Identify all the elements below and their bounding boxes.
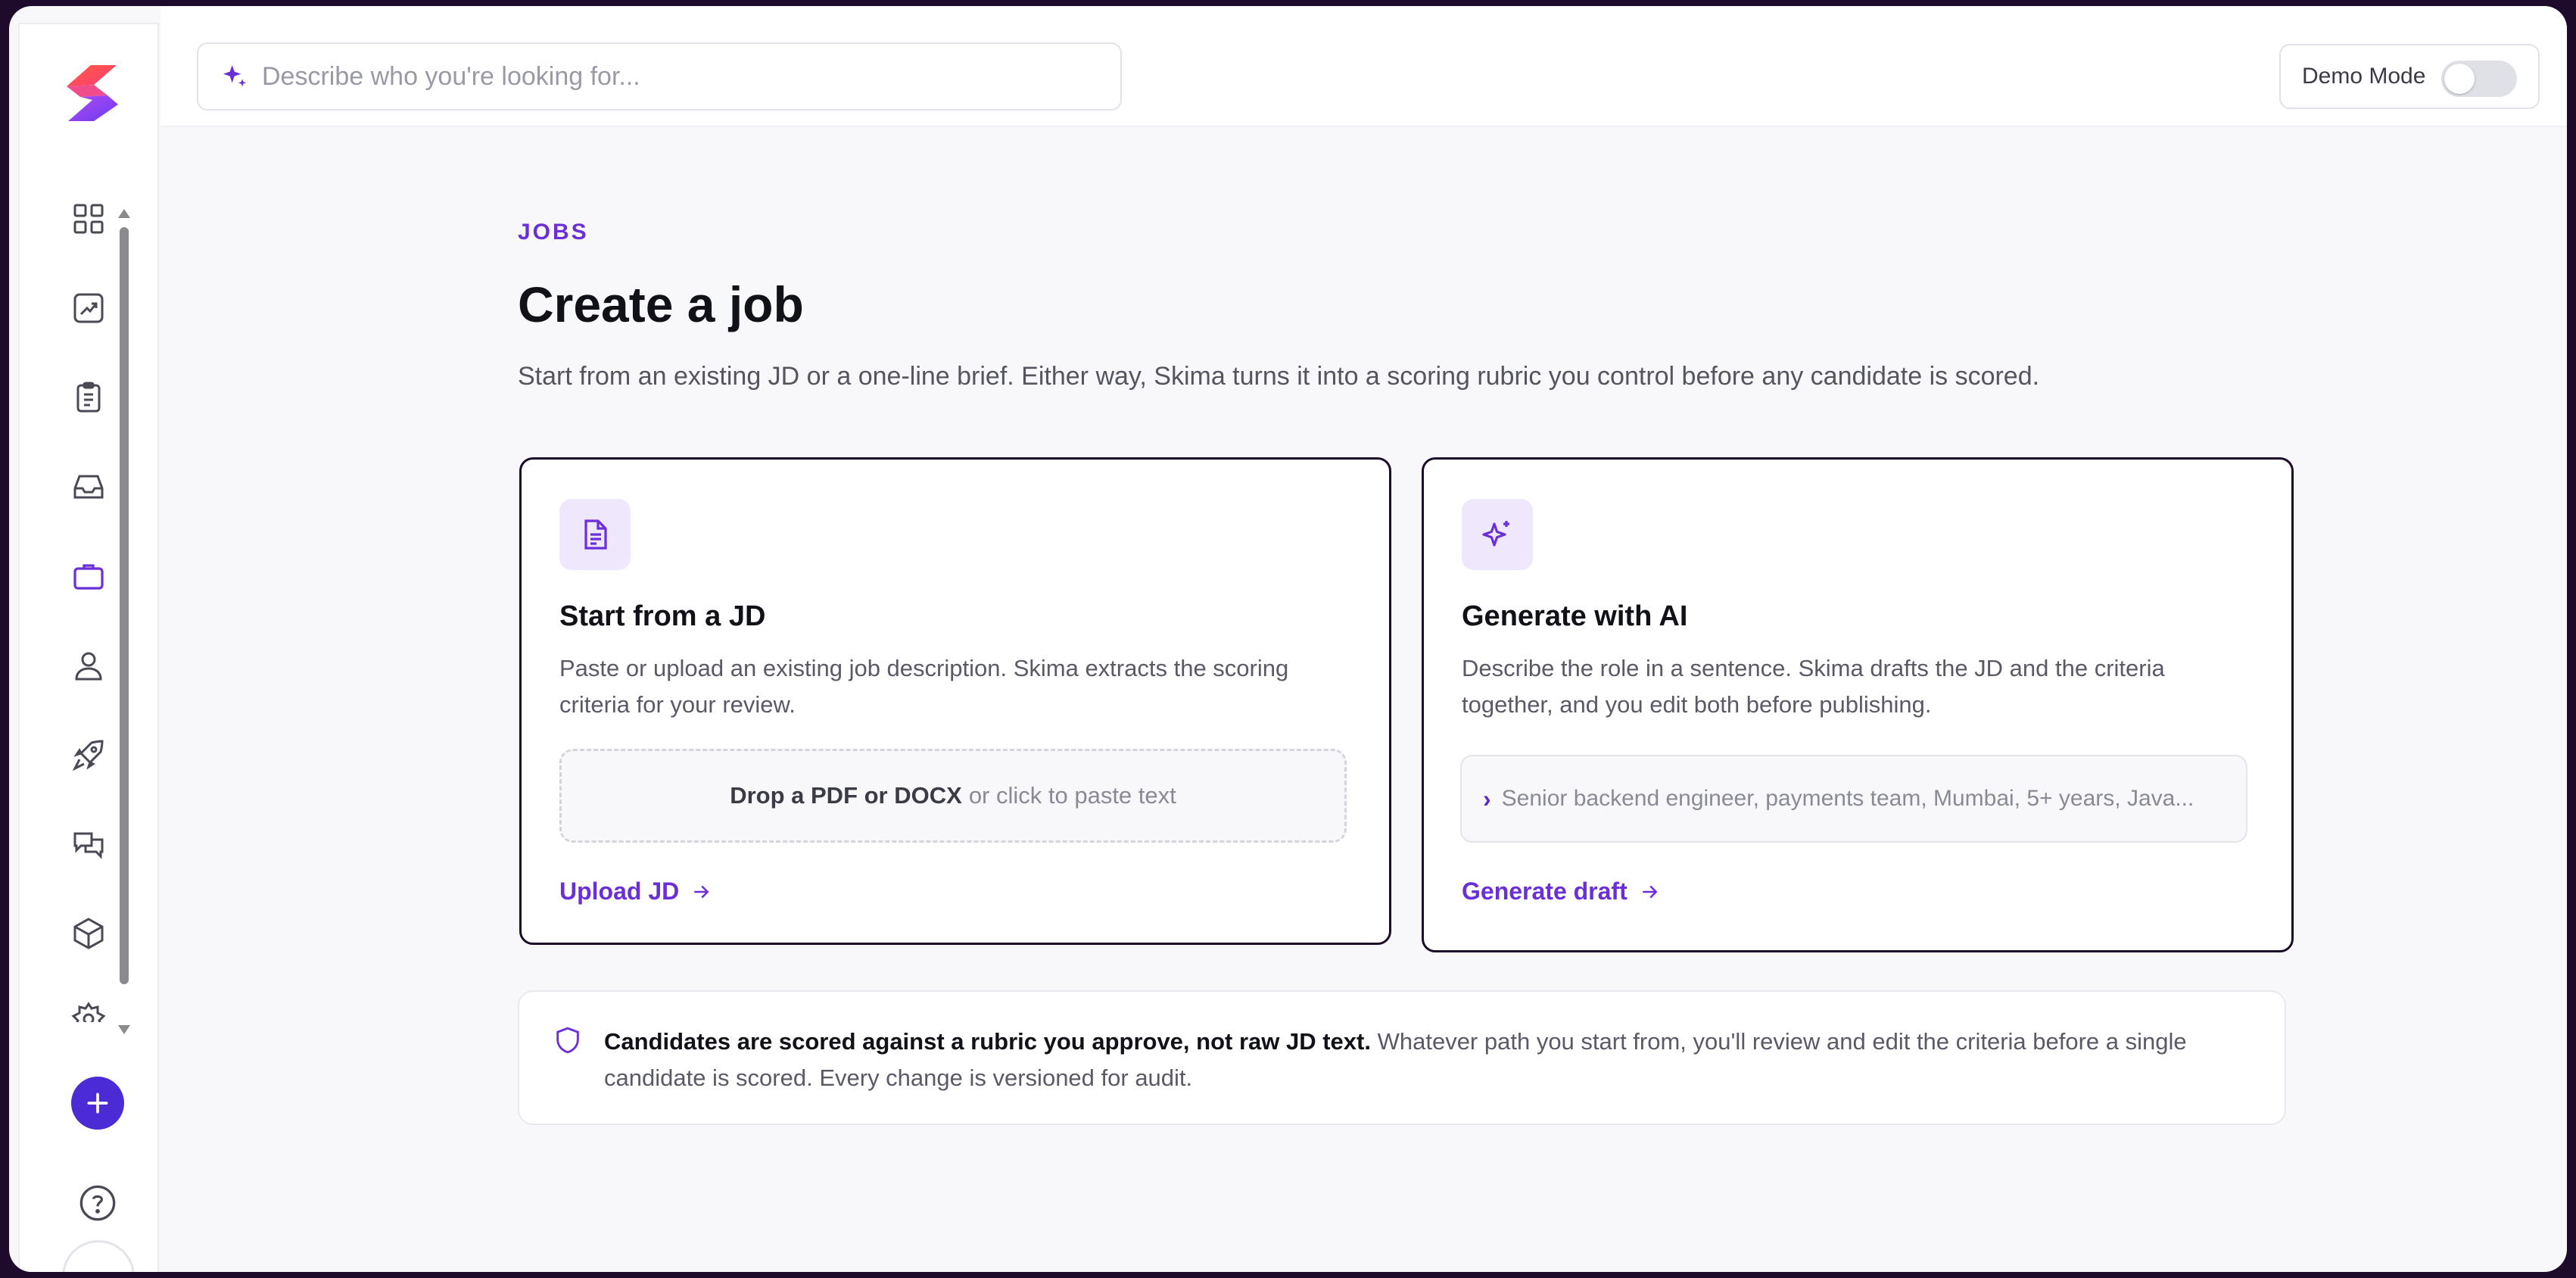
briefcase-icon[interactable] [70,557,107,595]
notice-text: Candidates are scored against a rubric y… [604,1024,2269,1096]
card-title: Start from a JD [559,600,766,632]
card-description: Describe the role in a sentence. Skima d… [1462,655,2165,718]
chevron-right-icon: › [1483,784,1491,812]
clipboard-list-icon[interactable] [70,379,107,416]
dropzone-secondary-text: or click to paste text [968,782,1176,809]
upload-jd-label: Upload JD [559,877,680,905]
rocket-icon[interactable] [70,736,107,774]
toggle-knob [2444,64,2475,94]
generate-draft-label: Generate draft [1462,877,1628,905]
notice-bold-text: Candidates are scored against a rubric y… [604,1028,1371,1055]
prompt-example-text: Senior backend engineer, payments team, … [1501,786,2194,811]
user-icon[interactable] [70,647,107,684]
top-bar: Demo Mode [160,6,2567,127]
demo-mode-label: Demo Mode [2302,64,2426,89]
scrollbar-thumb[interactable] [120,227,129,984]
add-button[interactable] [71,1077,124,1130]
rubric-notice: Candidates are scored against a rubric y… [518,990,2286,1125]
role-prompt-input[interactable]: › Senior backend engineer, payments team… [1460,755,2247,843]
scroll-up-icon[interactable] [118,209,130,218]
generate-draft-link[interactable]: Generate draft [1462,877,1661,906]
demo-mode-control: Demo Mode [2279,44,2540,109]
skima-logo-icon[interactable] [61,62,124,123]
sparkles-icon [1462,499,1533,570]
help-icon[interactable] [77,1183,118,1223]
sidebar [18,23,159,1272]
card-description: Paste or upload an existing job descript… [559,655,1289,718]
document-icon [559,499,631,570]
page-eyebrow: JOBS [518,220,589,245]
jd-dropzone[interactable]: Drop a PDF or DOCX or click to paste tex… [559,749,1347,843]
dropzone-primary-text: Drop a PDF or DOCX [730,782,962,809]
upload-jd-link[interactable]: Upload JD [559,877,712,906]
search-box[interactable] [197,42,1122,111]
gear-icon[interactable] [70,1001,107,1022]
chat-bubbles-icon[interactable] [70,825,107,863]
arrow-right-icon [694,885,709,898]
page-subtitle: Start from an existing JD or a one-line … [518,362,2040,391]
app-window: Demo Mode JOBS Create a job Start from a… [9,6,2567,1272]
arrow-right-icon [1642,885,1658,898]
search-input[interactable] [262,61,1095,92]
scroll-down-icon[interactable] [118,1025,130,1034]
inbox-icon[interactable] [70,468,107,506]
card-title: Generate with AI [1462,600,1688,632]
sparkle-icon [223,65,246,87]
cube-icon[interactable] [70,915,107,952]
start-from-jd-card[interactable]: Start from a JD Paste or upload an exist… [519,457,1391,945]
trending-chart-icon[interactable] [70,289,107,327]
demo-mode-toggle[interactable] [2441,61,2517,97]
shield-icon [556,1027,579,1054]
page-title: Create a job [518,276,804,332]
avatar[interactable] [62,1240,135,1272]
generate-with-ai-card[interactable]: Generate with AI Describe the role in a … [1422,457,2294,952]
grid-icon[interactable] [70,200,107,238]
sidebar-scrollbar[interactable] [118,206,130,1039]
